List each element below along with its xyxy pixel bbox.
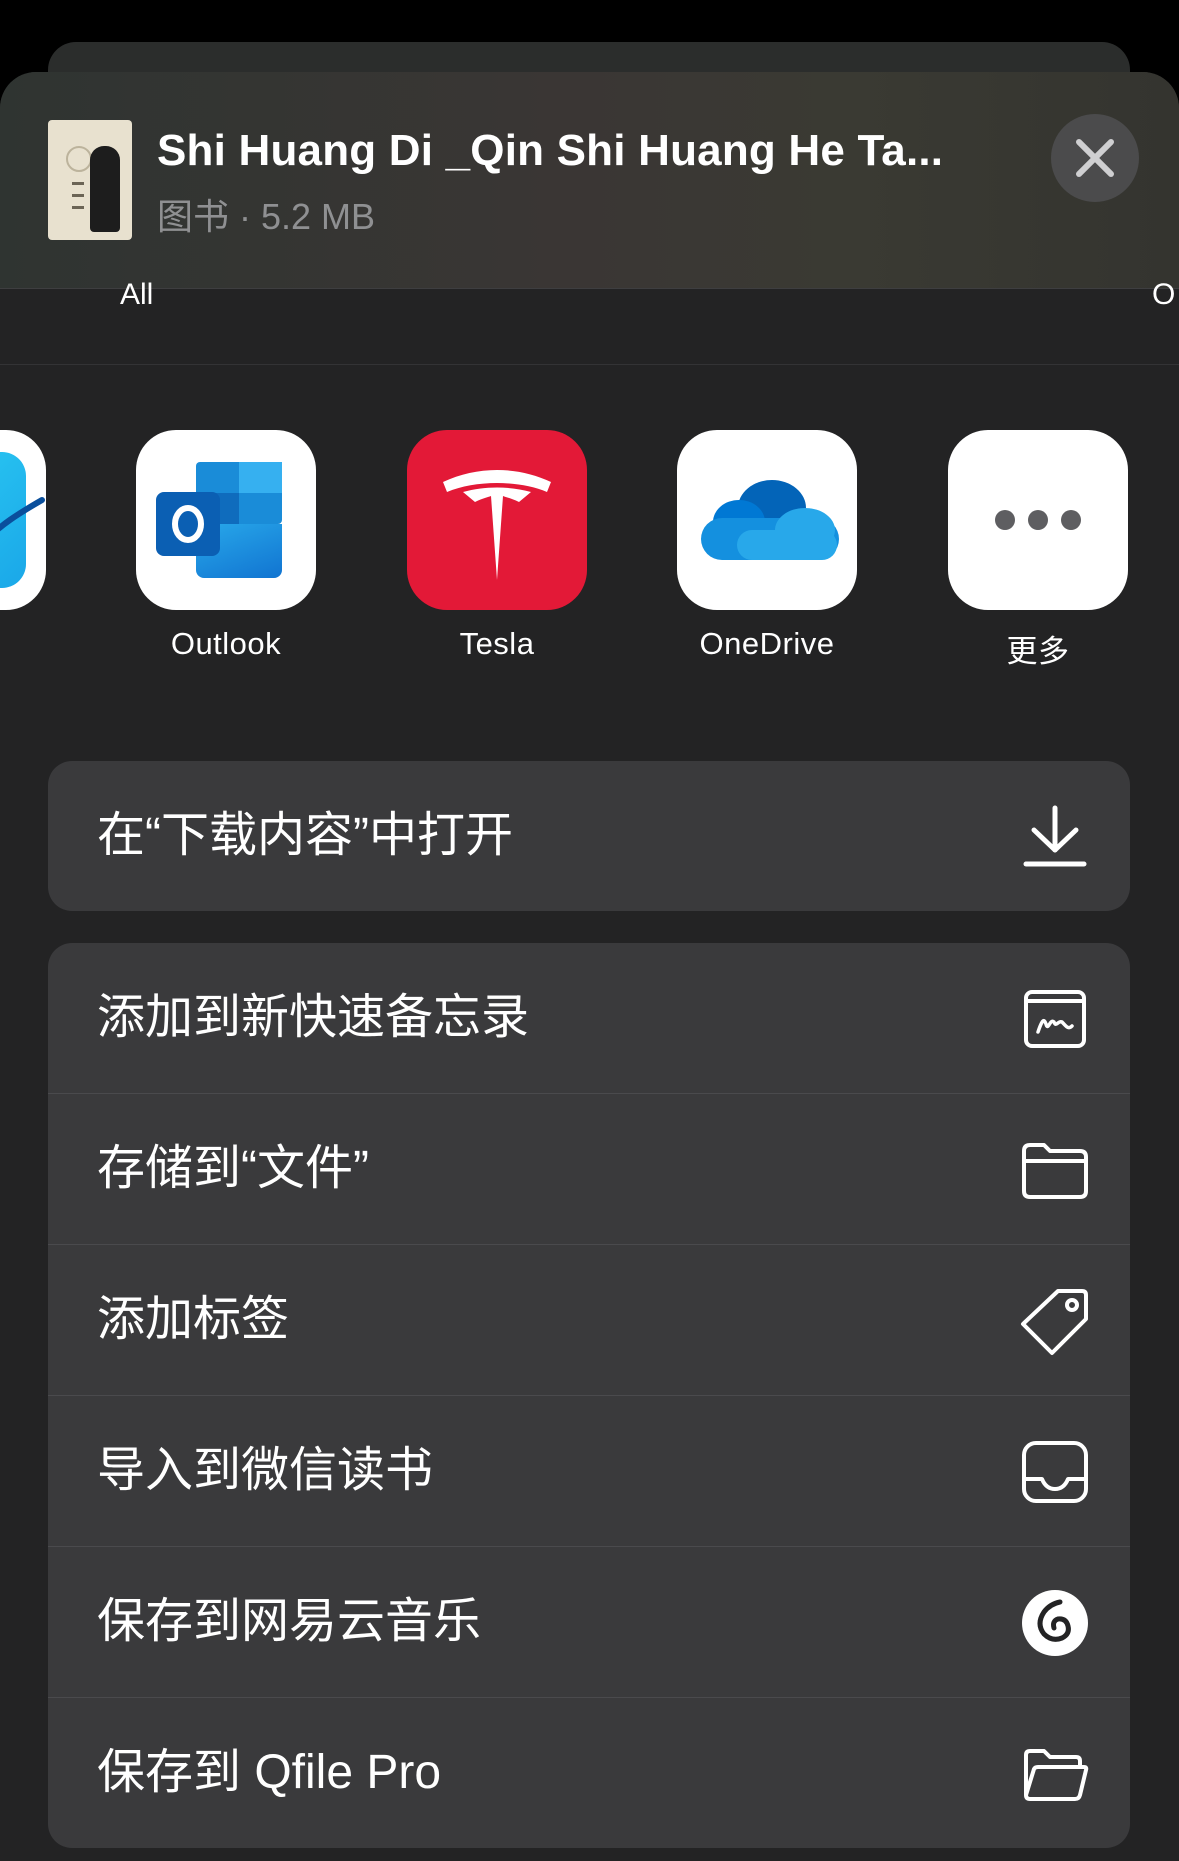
app-onedrive[interactable]: OneDrive bbox=[677, 430, 857, 662]
divider bbox=[0, 364, 1179, 365]
app-tesla[interactable]: Tesla bbox=[407, 430, 587, 662]
action-add-quick-note[interactable]: 添加到新快速备忘录 bbox=[48, 943, 1130, 1093]
action-label: 在“下载内容”中打开 bbox=[97, 809, 513, 862]
more-icon bbox=[948, 430, 1128, 610]
file-title: Shi Huang Di _Qin Shi Huang He Ta... bbox=[157, 126, 944, 175]
file-subtitle: 图书 · 5.2 MB bbox=[157, 196, 376, 237]
app-label: 更多 bbox=[1006, 634, 1070, 669]
action-label: 添加到新快速备忘录 bbox=[97, 991, 530, 1044]
action-label: 保存到网易云音乐 bbox=[97, 1595, 482, 1648]
action-save-netease[interactable]: 保存到网易云音乐 bbox=[48, 1546, 1130, 1697]
app-freeform[interactable] bbox=[0, 430, 46, 626]
tray-icon bbox=[1022, 1441, 1088, 1503]
action-save-qfile[interactable]: 保存到 Qfile Pro bbox=[48, 1697, 1130, 1848]
app-label: Tesla bbox=[459, 626, 535, 661]
action-group-main: 添加到新快速备忘录 存储到“文件” 添加标签 导入到微信读书 保存到网易云音乐 … bbox=[48, 943, 1130, 1848]
onedrive-app-icon bbox=[677, 430, 857, 610]
share-sheet: Shi Huang Di _Qin Shi Huang He Ta... 图书 … bbox=[0, 72, 1179, 1861]
share-header: Shi Huang Di _Qin Shi Huang He Ta... 图书 … bbox=[0, 72, 1179, 289]
action-import-weread[interactable]: 导入到微信读书 bbox=[48, 1395, 1130, 1546]
folder-icon bbox=[1022, 1143, 1088, 1199]
action-label: 保存到 Qfile Pro bbox=[97, 1746, 442, 1799]
action-label: 导入到微信读书 bbox=[97, 1444, 434, 1497]
peek-tab-right: O bbox=[1152, 278, 1176, 311]
app-more[interactable]: 更多 bbox=[948, 430, 1128, 671]
quick-note-icon bbox=[1024, 990, 1086, 1048]
action-add-tag[interactable]: 添加标签 bbox=[48, 1244, 1130, 1395]
close-icon bbox=[1076, 139, 1114, 177]
tesla-app-icon bbox=[407, 430, 587, 610]
action-group-open: 在“下载内容”中打开 bbox=[48, 761, 1130, 911]
action-save-to-files[interactable]: 存储到“文件” bbox=[48, 1093, 1130, 1244]
action-open-in-downloads[interactable]: 在“下载内容”中打开 bbox=[48, 761, 1130, 911]
book-thumbnail bbox=[48, 120, 132, 240]
open-folder-icon bbox=[1024, 1749, 1089, 1801]
freeform-app-icon bbox=[0, 430, 46, 610]
tag-icon bbox=[1021, 1289, 1088, 1355]
app-label: OneDrive bbox=[699, 626, 835, 661]
netease-music-icon bbox=[1022, 1590, 1088, 1656]
app-outlook[interactable]: Outlook bbox=[136, 430, 316, 662]
action-label: 添加标签 bbox=[97, 1293, 290, 1346]
outlook-app-icon bbox=[136, 430, 316, 610]
download-icon bbox=[1023, 805, 1087, 867]
action-label: 存储到“文件” bbox=[97, 1142, 369, 1195]
peek-tab-left: All bbox=[120, 278, 154, 311]
close-button[interactable] bbox=[1051, 114, 1139, 202]
app-label: Outlook bbox=[170, 626, 282, 661]
